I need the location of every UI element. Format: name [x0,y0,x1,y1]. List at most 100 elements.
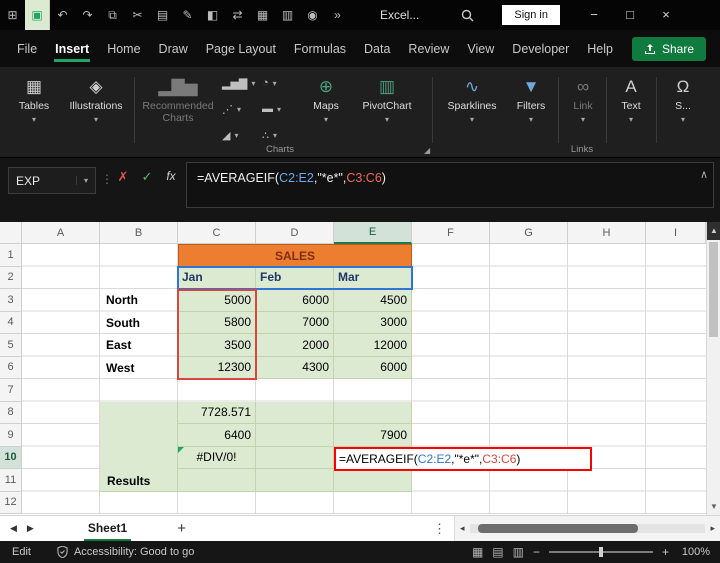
cell-C2[interactable]: Jan [178,267,256,290]
symbols-button[interactable]: Ω S... ▾ [662,74,704,126]
select-all-corner[interactable] [0,222,22,244]
cell-D8[interactable] [256,402,334,425]
cell-D9[interactable] [256,424,334,447]
chevron-down-icon[interactable]: ▾ [76,176,88,185]
tab-draw[interactable]: Draw [150,31,197,67]
insert-function-button[interactable]: fx [160,169,182,183]
tab-file[interactable]: File [8,31,46,67]
row-header-12[interactable]: 12 [0,492,22,515]
sheet-options-icon[interactable]: ⋮ [433,521,446,537]
insert-area-chart-button[interactable]: ◢ ▾ [222,129,238,142]
tab-help[interactable]: Help [578,31,622,67]
row-header-11[interactable]: 11 [0,469,22,492]
row-header-9[interactable]: 9 [0,424,22,447]
page-break-view-icon[interactable]: ▥ [513,545,524,559]
cell-C10-error[interactable]: #DIV/0! [178,447,256,470]
tab-developer[interactable]: Developer [503,31,578,67]
sign-in-button[interactable]: Sign in [502,5,560,25]
next-sheet-icon[interactable]: ▶ [27,523,34,534]
row-header-2[interactable]: 2 [0,267,22,290]
horizontal-scrollbar-thumb[interactable] [478,524,638,533]
qat-overflow-icon[interactable]: » [325,0,350,30]
cell-E3[interactable]: 4500 [334,289,412,312]
name-box[interactable]: EXP ▾ [8,167,96,194]
column-header-D[interactable]: D [256,222,334,244]
share-button[interactable]: Share [632,37,706,61]
insert-pie-chart-button[interactable]: ◔ ▾ [262,77,277,89]
zoom-slider[interactable] [549,551,653,553]
cell-E6[interactable]: 6000 [334,357,412,380]
text-button[interactable]: A Text ▾ [610,74,652,126]
column-header-B[interactable]: B [100,222,178,244]
cell-E10-formula-edit[interactable]: =AVERAGEIF(C2:E2,"*e*",C3:C6) [334,447,592,471]
camera-icon[interactable]: ◉ [300,0,325,30]
cell-E11[interactable] [334,469,412,492]
paste-icon[interactable]: ▤ [150,0,175,30]
tab-home[interactable]: Home [98,31,149,67]
cell-D6[interactable]: 4300 [256,357,334,380]
sheet-tab-sheet1[interactable]: Sheet1 [76,516,139,542]
page-layout-view-icon[interactable]: ▤ [492,545,503,559]
column-header-I[interactable]: I [646,222,706,244]
charts-dialog-launcher-icon[interactable]: ◢ [424,146,430,155]
format-painter-icon[interactable]: ✎ [175,0,200,30]
recommended-charts-button[interactable]: ▂▇▅ Recommended Charts [140,74,216,124]
scroll-right-icon[interactable]: ▸ [710,523,715,534]
new-sheet-button[interactable]: + [177,520,186,537]
undo-icon[interactable]: ↶ [50,0,75,30]
previous-sheet-icon[interactable]: ◀ [10,523,17,534]
scroll-up-icon[interactable]: ▲ [707,222,720,240]
cell-results-label[interactable]: Results [100,402,178,492]
insert-table-icon[interactable]: ▦ [250,0,275,30]
redo-icon[interactable]: ↷ [75,0,100,30]
cancel-entry-button[interactable]: ✗ [112,169,134,185]
vertical-scrollbar[interactable]: ▲ ▼ [706,222,720,515]
cell-C4[interactable]: 5800 [178,312,256,335]
search-icon[interactable] [461,9,474,22]
column-header-E[interactable]: E [334,222,412,244]
maps-button[interactable]: ⊕ Maps ▾ [302,74,350,126]
cell-B6[interactable]: West [100,357,178,380]
cell-E2[interactable]: Mar [334,267,412,290]
column-header-G[interactable]: G [490,222,568,244]
zoom-out-button[interactable]: − [533,545,540,559]
sparklines-button[interactable]: ∿ Sparklines ▾ [440,74,504,126]
accessibility-status[interactable]: Accessibility: Good to go [57,546,194,558]
vertical-scrollbar-thumb[interactable] [709,242,718,337]
zoom-percentage[interactable]: 100% [678,546,710,558]
tab-page-layout[interactable]: Page Layout [197,31,285,67]
cell-C8[interactable]: 7728.571 [178,402,256,425]
zoom-in-button[interactable]: + [662,545,669,559]
filters-button[interactable]: ▼ Filters ▾ [508,74,554,126]
collapse-formula-bar-icon[interactable]: ∧ [700,168,708,181]
cell-C6[interactable]: 12300 [178,357,256,380]
scroll-down-icon[interactable]: ▼ [707,499,720,515]
column-header-C[interactable]: C [178,222,256,244]
row-header-4[interactable]: 4 [0,312,22,335]
minimize-button[interactable]: − [576,0,612,30]
tab-insert[interactable]: Insert [46,31,98,67]
horizontal-scrollbar[interactable]: ◂ ▸ [454,516,720,541]
cell-D4[interactable]: 7000 [256,312,334,335]
freeze-panes-icon[interactable]: ▥ [275,0,300,30]
cut-icon[interactable]: ✂ [125,0,150,30]
formula-input[interactable]: =AVERAGEIF(C2:E2,"*e*",C3:C6) [186,162,714,208]
maximize-button[interactable]: □ [612,0,648,30]
cell-B3[interactable]: North [100,289,178,312]
row-header-1[interactable]: 1 [0,244,22,267]
cell-D10[interactable] [256,447,334,470]
row-header-10[interactable]: 10 [0,447,22,470]
illustrations-button[interactable]: ◈ Illustrations ▾ [62,74,130,126]
column-header-A[interactable]: A [22,222,100,244]
fill-color-icon[interactable]: ◧ [200,0,225,30]
copy-icon[interactable]: ⧉ [100,0,125,30]
tables-button[interactable]: ▦ Tables ▾ [10,74,58,126]
tab-view[interactable]: View [458,31,503,67]
cell-E4[interactable]: 3000 [334,312,412,335]
cell-E8[interactable] [334,402,412,425]
cell-D3[interactable]: 6000 [256,289,334,312]
tab-formulas[interactable]: Formulas [285,31,355,67]
pivotchart-button[interactable]: ▥ PivotChart ▾ [356,74,418,126]
cell-sales-title[interactable]: SALES [178,244,412,267]
tab-data[interactable]: Data [355,31,399,67]
